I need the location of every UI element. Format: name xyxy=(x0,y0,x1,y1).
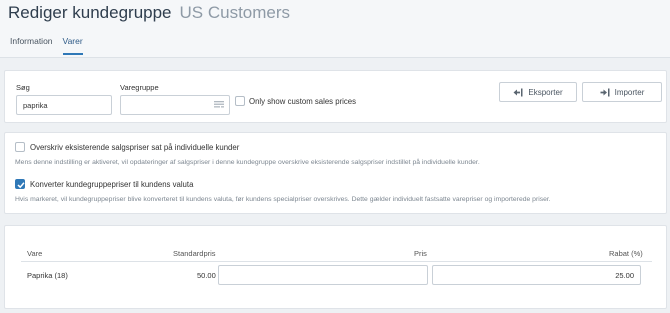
overwrite-label: Overskriv eksisterende salgspriser sat p… xyxy=(30,143,240,152)
filter-card: Søg Varegruppe Only show custom sales pr… xyxy=(4,70,667,123)
export-button[interactable]: Eksporter xyxy=(499,82,577,102)
custom-prices-label: Only show custom sales prices xyxy=(249,97,357,106)
tab-information[interactable]: Information xyxy=(10,36,53,55)
overwrite-checkbox[interactable] xyxy=(15,142,25,152)
price-input[interactable] xyxy=(218,265,428,285)
col-header-vare: Vare xyxy=(27,249,43,258)
prices-table-card: Vare Standardpris Pris Rabat (%) Paprika… xyxy=(4,225,667,309)
custom-prices-checkbox[interactable] xyxy=(235,96,245,106)
search-label: Søg xyxy=(16,83,30,92)
cell-vare: Paprika (18) xyxy=(27,271,68,280)
page-header: Rediger kundegruppe US Customers Informa… xyxy=(0,0,670,58)
overwrite-help: Mens denne indstilling er aktiveret, vil… xyxy=(15,159,480,166)
tab-varer[interactable]: Varer xyxy=(62,36,83,55)
convert-label: Konverter kundegruppepriser til kundens … xyxy=(30,180,194,189)
export-label: Eksporter xyxy=(528,87,563,97)
page-title: Rediger kundegruppe xyxy=(8,3,172,22)
import-button[interactable]: Importer xyxy=(582,82,662,102)
col-header-standardpris: Standardpris xyxy=(173,249,216,258)
title-row: Rediger kundegruppe US Customers xyxy=(8,3,290,23)
cell-standardpris: 50.00 xyxy=(197,271,216,280)
import-icon xyxy=(600,88,610,96)
export-icon xyxy=(513,88,523,96)
varegruppe-select[interactable] xyxy=(120,95,230,115)
options-card: Overskriv eksisterende salgspriser sat p… xyxy=(4,132,667,214)
col-header-pris: Pris xyxy=(414,249,427,258)
search-input[interactable] xyxy=(16,95,112,115)
convert-help: Hvis markeret, vil kundegruppepriser bli… xyxy=(15,196,551,203)
table-header-divider xyxy=(21,261,652,262)
tab-bar: Information Varer xyxy=(10,36,93,55)
list-icon xyxy=(214,101,224,108)
discount-input[interactable] xyxy=(432,265,641,285)
col-header-rabat: Rabat (%) xyxy=(609,249,643,258)
import-label: Importer xyxy=(614,87,645,97)
checkmark-icon xyxy=(17,182,25,189)
varegruppe-label: Varegruppe xyxy=(120,83,159,92)
convert-checkbox[interactable] xyxy=(15,179,25,189)
page-subtitle: US Customers xyxy=(179,3,291,22)
